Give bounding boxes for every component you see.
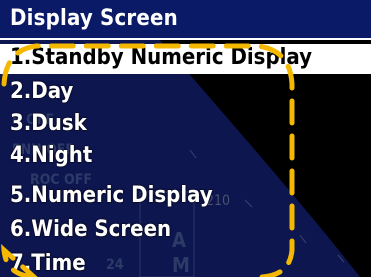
menu-item-label: 3.Dusk — [10, 111, 87, 136]
menu-item-wide-screen[interactable]: 6.Wide Screen — [0, 216, 371, 246]
display-screen: R OFF ENH OFF ROC OFF A M 24 210 Display… — [0, 0, 371, 277]
menu-item-label: 6.Wide Screen — [10, 217, 172, 242]
menu-item-night[interactable]: 4.Night — [0, 142, 371, 172]
menu-item-numeric-display[interactable]: 5.Numeric Display — [0, 182, 371, 212]
menu-item-standby-numeric-display[interactable]: 1.Standby Numeric Display — [0, 44, 371, 74]
page-title: Display Screen — [10, 6, 178, 31]
menu-item-label: 1.Standby Numeric Display — [10, 45, 312, 70]
menu-item-label: 5.Numeric Display — [10, 183, 213, 208]
menu-item-day[interactable]: 2.Day — [0, 78, 371, 108]
menu-item-dusk[interactable]: 3.Dusk — [0, 110, 371, 140]
header-bar: Display Screen — [0, 0, 371, 40]
menu-item-label: 2.Day — [10, 79, 74, 104]
menu-item-label: 4.Night — [10, 143, 93, 168]
menu-item-label: 7.Time — [10, 251, 86, 276]
menu-item-time[interactable]: 7.Time — [0, 250, 371, 277]
